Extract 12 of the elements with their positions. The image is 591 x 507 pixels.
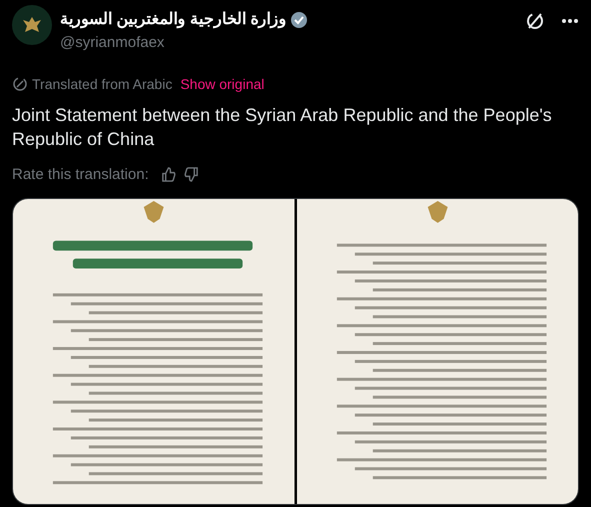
rate-label: Rate this translation:: [12, 164, 149, 184]
post-text: Joint Statement between the Syrian Arab Republic and the People's Republic of China: [12, 104, 553, 150]
thumbs-up-icon[interactable]: [160, 167, 176, 182]
more-icon[interactable]: [561, 18, 579, 24]
thumbs-down-icon[interactable]: [184, 167, 199, 182]
slash-circle-icon[interactable]: [525, 11, 545, 31]
show-original-link[interactable]: Show original: [180, 74, 264, 94]
translation-note: Translated from Arabic: [32, 74, 172, 94]
avatar[interactable]: [12, 5, 52, 45]
translate-icon: [12, 76, 28, 92]
account-handle[interactable]: @syrianmofaex: [60, 32, 308, 54]
account-name[interactable]: وزارة الخارجية والمغتربين السورية: [60, 8, 286, 32]
